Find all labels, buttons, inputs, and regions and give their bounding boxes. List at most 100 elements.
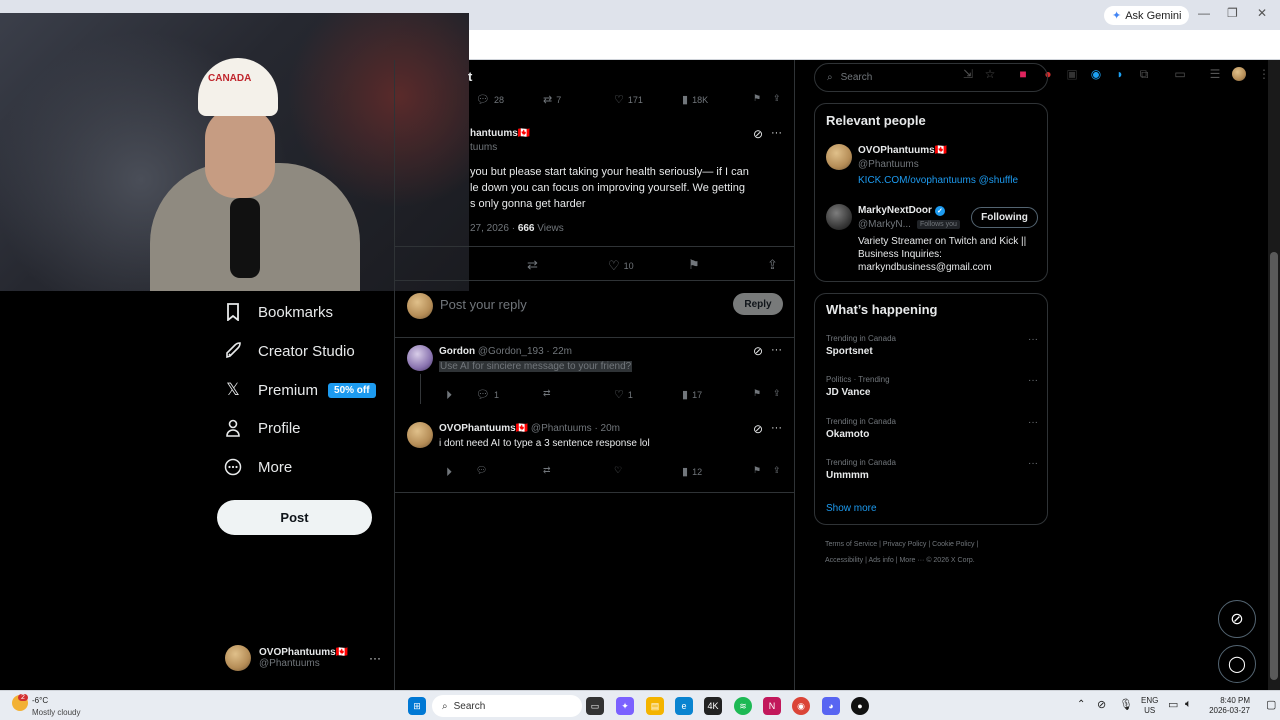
close-icon[interactable]: ✕ [1257, 6, 1267, 20]
start-icon[interactable]: ⊞ [408, 697, 426, 715]
views-stat[interactable]: ▮ 18K [682, 93, 708, 106]
post-button[interactable]: Post [217, 500, 372, 535]
bookmark-icon[interactable]: ⚑ [753, 465, 761, 476]
share-icon[interactable]: ⇪ [773, 93, 781, 104]
edge-icon[interactable]: e [675, 697, 693, 715]
maximize-icon[interactable]: ❐ [1227, 6, 1238, 20]
trend-item[interactable]: Trending in Canada Ummmm ··· [826, 458, 1038, 481]
tweet-more-icon[interactable]: ··· [771, 344, 782, 356]
retweet-icon[interactable]: ⇄ [527, 257, 538, 273]
app-icon[interactable]: N [763, 697, 781, 715]
main-tweet-name[interactable]: hantuums🇨🇦 [470, 128, 530, 139]
scrollbar-thumb[interactable] [1270, 252, 1278, 680]
chevron-up-icon[interactable]: ⌃ [1077, 699, 1085, 710]
discord-icon[interactable]: ◕ [822, 697, 840, 715]
person-bio-link[interactable]: KICK.COM/ovophantuums @shuffle [858, 175, 1018, 186]
trend-item[interactable]: Trending in Canada Okamoto ··· [826, 417, 1038, 440]
reply-icon[interactable]: 💬︎ [476, 465, 487, 476]
taskbar-search[interactable]: ⌕ Search [432, 695, 582, 717]
display-icon[interactable]: ▭ [1168, 698, 1178, 711]
views-stat[interactable]: ▮ 17 [682, 388, 702, 401]
retweet-stat[interactable]: ⇄ 7 [543, 93, 561, 106]
views-stat[interactable]: ▮ 12 [682, 465, 702, 478]
notification-icon[interactable]: ▢ [1266, 698, 1276, 711]
trend-item[interactable]: Politics · Trending JD Vance ··· [826, 375, 1038, 398]
show-more-link[interactable]: Show more [826, 503, 877, 514]
reply-meta[interactable]: @Gordon_193 · 22m [478, 346, 572, 357]
reply-stat[interactable]: 💬︎ 1 [476, 388, 499, 401]
reading-list-icon[interactable]: ☰ [1207, 66, 1223, 82]
network-off-icon[interactable]: ⊘ [1097, 698, 1106, 711]
speaker-icon[interactable]: 🔈︎ [1185, 698, 1192, 711]
bookmark-icon[interactable]: ⚑ [753, 388, 761, 399]
footer-link[interactable]: Terms of Service [825, 541, 877, 548]
footer-link[interactable]: More ··· [899, 557, 924, 564]
following-button[interactable]: Following [971, 207, 1038, 228]
tweet-more-icon[interactable]: ··· [771, 127, 782, 139]
bookmark-icon[interactable]: ⚑ [688, 257, 700, 273]
task-view-icon[interactable]: ▭ [586, 697, 604, 715]
extension-icon[interactable]: ▣ [1064, 66, 1080, 82]
nav-more[interactable]: More [224, 453, 292, 481]
nav-premium[interactable]: 𝕏 Premium 50% off [224, 376, 376, 404]
reply-avatar[interactable] [407, 422, 433, 448]
main-tweet-date[interactable]: 27, 2026 · [470, 223, 518, 234]
grok-icon[interactable]: ⊘ [753, 422, 763, 436]
trend-more-icon[interactable]: ··· [1028, 334, 1038, 345]
person-name[interactable]: MarkyNextDoor [858, 205, 932, 216]
tweet-more-icon[interactable]: ··· [771, 422, 782, 434]
like-stat[interactable]: ♡ 171 [614, 93, 643, 106]
reply-meta[interactable]: @Phantuums · 20m [531, 423, 620, 434]
search-input[interactable]: ⌕ Search [814, 63, 1048, 92]
footer-link[interactable]: Cookie Policy [932, 541, 974, 548]
puzzle-icon[interactable]: ⧉ [1136, 66, 1152, 82]
footer-link[interactable]: Privacy Policy [883, 541, 927, 548]
obs-icon[interactable]: ● [851, 697, 869, 715]
grok-icon[interactable]: ⊘ [753, 344, 763, 358]
file-explorer-icon[interactable]: ▤ [646, 697, 664, 715]
share-icon[interactable]: ⇪ [773, 388, 781, 399]
trend-item[interactable]: Trending in Canada Sportsnet ··· [826, 334, 1038, 357]
messages-fab-button[interactable]: ◯ [1218, 645, 1256, 683]
reply-avatar[interactable] [407, 345, 433, 371]
footer-link[interactable]: Ads info [868, 557, 893, 564]
like-stat[interactable]: ♡ 10 [608, 258, 634, 274]
nav-bookmarks[interactable]: Bookmarks [224, 298, 333, 326]
reply-name[interactable]: Gordon [439, 346, 475, 357]
play-icon[interactable]: ⏵ [446, 388, 452, 403]
minimize-icon[interactable]: — [1198, 6, 1210, 20]
person-avatar[interactable] [826, 144, 852, 170]
account-more-icon[interactable]: ··· [369, 651, 381, 665]
heart-icon[interactable]: ♡ [614, 465, 622, 476]
nav-creator-studio[interactable]: Creator Studio [224, 337, 355, 365]
reply-stat[interactable]: 💬︎ 28 [476, 93, 504, 106]
trend-more-icon[interactable]: ··· [1028, 375, 1038, 386]
extension-icon[interactable]: ◉ [1088, 66, 1104, 82]
grok-fab-button[interactable]: ⊘ [1218, 600, 1256, 638]
like-stat[interactable]: ♡ 1 [614, 388, 633, 401]
language-indicator[interactable]: ENG US [1141, 696, 1158, 716]
person-handle[interactable]: @MarkyN... [858, 219, 911, 230]
bookmark-icon[interactable]: ⚑ [753, 93, 761, 104]
footer-link[interactable]: Accessibility [825, 557, 863, 564]
play-icon[interactable]: ⏵ [446, 465, 452, 480]
profile-avatar[interactable] [1232, 67, 1246, 81]
trend-more-icon[interactable]: ··· [1028, 458, 1038, 469]
copilot-icon[interactable]: ✦ [616, 697, 634, 715]
microphone-icon[interactable]: 🎙︎ [1119, 698, 1133, 711]
clock[interactable]: 8:40 PM 2026-03-27 [1206, 696, 1250, 716]
reply-input[interactable]: Post your reply [440, 297, 527, 312]
nav-profile[interactable]: Profile [224, 414, 301, 442]
reply-button[interactable]: Reply [733, 293, 783, 315]
share-icon[interactable]: ⇪ [773, 465, 781, 476]
chrome-icon[interactable]: ◉ [792, 697, 810, 715]
person-avatar[interactable] [826, 204, 852, 230]
account-switcher[interactable]: OVOPhantuums🇨🇦 @Phantuums ··· [225, 645, 381, 671]
app-icon[interactable]: 4K [704, 697, 722, 715]
split-view-icon[interactable]: ▭ [1172, 66, 1188, 82]
retweet-icon[interactable]: ⇄ [543, 388, 551, 399]
trend-more-icon[interactable]: ··· [1028, 417, 1038, 428]
person-handle[interactable]: @Phantuums [858, 159, 919, 170]
retweet-icon[interactable]: ⇄ [543, 465, 551, 476]
grok-icon[interactable]: ⊘ [753, 127, 763, 141]
